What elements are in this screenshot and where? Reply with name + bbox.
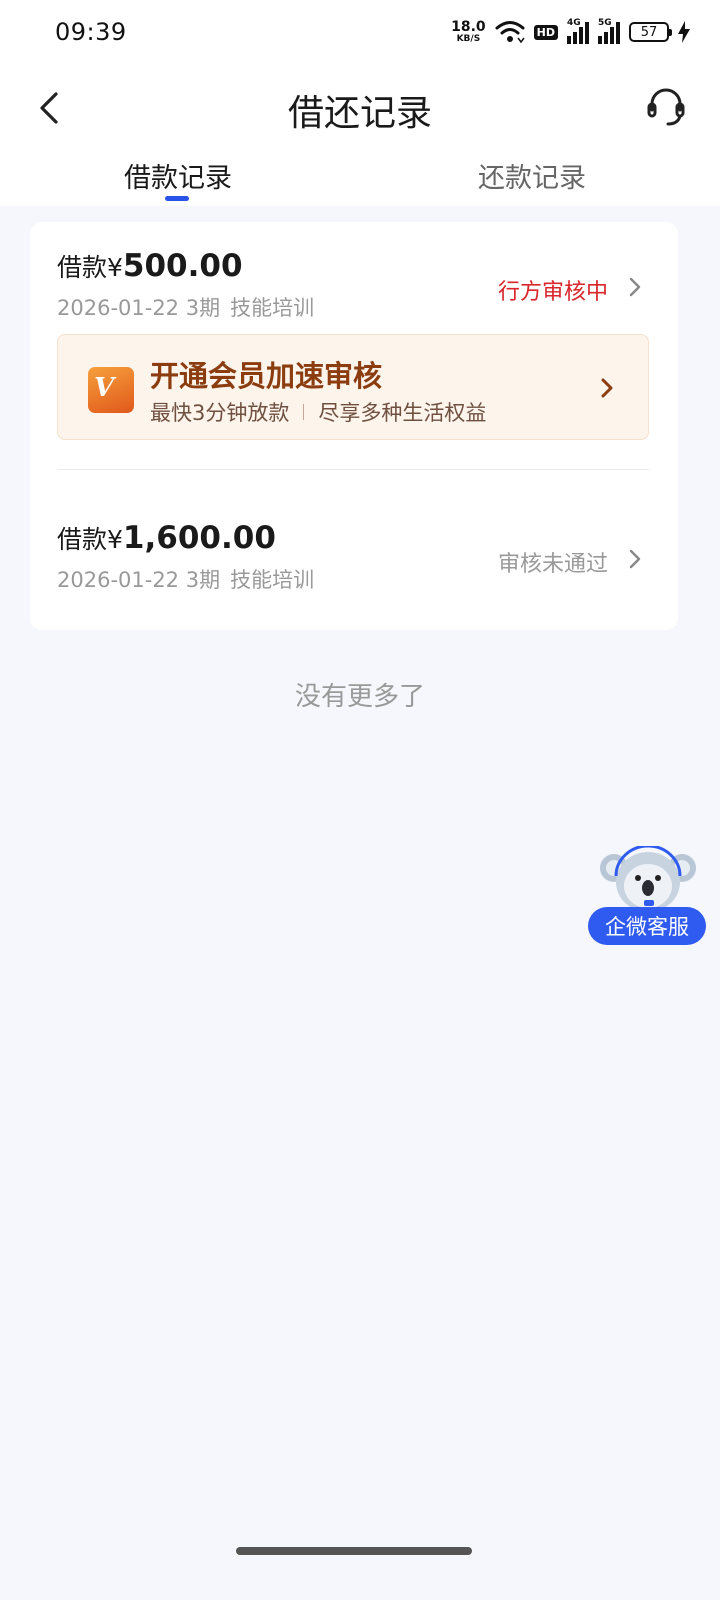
- loan-term: 3期: [185, 568, 221, 592]
- loan-amount: 借款¥500.00: [57, 248, 243, 284]
- battery-icon: 57: [629, 22, 672, 42]
- vip-banner-subtitle: 最快3分钟放款 尽享多种生活权益: [150, 397, 486, 427]
- loan-meta: 2026-01-22 3期 技能培训: [57, 564, 314, 594]
- network-speed: 18.0 KB/S: [451, 20, 486, 44]
- loan-amount-value: 1,600.00: [122, 520, 276, 556]
- signal-4g-label: 4G: [567, 18, 581, 28]
- top-bar: 09:39 18.0 KB/S HD 4G 5G 57 借还记录 借款记录 还款…: [0, 0, 720, 206]
- battery-level: 57: [640, 24, 658, 40]
- signal-5g-label: 5G: [598, 18, 612, 28]
- active-tab-indicator: [165, 196, 189, 201]
- loan-status: 审核未通过: [497, 552, 608, 577]
- network-speed-unit: KB/S: [456, 34, 481, 44]
- wecom-support-button[interactable]: 企微客服: [588, 907, 706, 945]
- chevron-right-icon: [629, 549, 641, 569]
- hd-icon: HD: [533, 24, 558, 40]
- loan-amount-prefix: 借款: [57, 525, 108, 554]
- vip-subtitle-right: 尽享多种生活权益: [318, 401, 487, 425]
- status-time: 09:39: [55, 18, 127, 46]
- currency-symbol: ¥: [107, 525, 123, 554]
- status-bar: 09:39 18.0 KB/S HD 4G 5G 57: [0, 0, 720, 64]
- tab-repay-records[interactable]: 还款记录: [478, 156, 586, 195]
- loan-amount-prefix: 借款: [57, 253, 108, 282]
- chevron-right-icon: [601, 378, 613, 398]
- home-indicator[interactable]: [236, 1547, 472, 1555]
- vip-promo-banner[interactable]: V 开通会员加速审核 最快3分钟放款 尽享多种生活权益: [57, 334, 649, 440]
- loan-amount-value: 500.00: [122, 248, 243, 284]
- loan-amount: 借款¥1,600.00: [57, 520, 276, 556]
- loan-purpose: 技能培训: [230, 568, 315, 592]
- separator: [303, 404, 305, 420]
- vip-logo-icon: V: [88, 367, 134, 413]
- loan-term: 3期: [185, 296, 221, 320]
- page-title: 借还记录: [287, 93, 432, 134]
- headset-icon[interactable]: [646, 84, 686, 128]
- signal-5g-icon: 5G: [598, 18, 620, 44]
- tab-borrow-records[interactable]: 借款记录: [124, 156, 232, 195]
- loan-status: 行方审核中: [497, 280, 608, 305]
- vip-subtitle-left: 最快3分钟放款: [150, 401, 290, 425]
- loan-date: 2026-01-22: [57, 568, 180, 592]
- loan-date: 2026-01-22: [57, 296, 180, 320]
- network-speed-value: 18.0: [451, 19, 486, 35]
- no-more-text: 没有更多了: [294, 682, 425, 712]
- divider: [57, 469, 649, 470]
- wifi-icon: [495, 21, 525, 44]
- vip-banner-title: 开通会员加速审核: [150, 359, 383, 393]
- signal-4g-icon: 4G: [567, 18, 589, 44]
- loan-meta: 2026-01-22 3期 技能培训: [57, 292, 314, 322]
- currency-symbol: ¥: [107, 253, 123, 282]
- chevron-right-icon: [629, 277, 641, 297]
- charging-icon: [678, 21, 690, 43]
- loan-purpose: 技能培训: [230, 296, 315, 320]
- status-icons: 18.0 KB/S HD 4G 5G 57: [451, 16, 690, 48]
- loan-list-card: 借款¥500.00 2026-01-22 3期 技能培训 行方审核中 V 开通会员…: [30, 222, 678, 630]
